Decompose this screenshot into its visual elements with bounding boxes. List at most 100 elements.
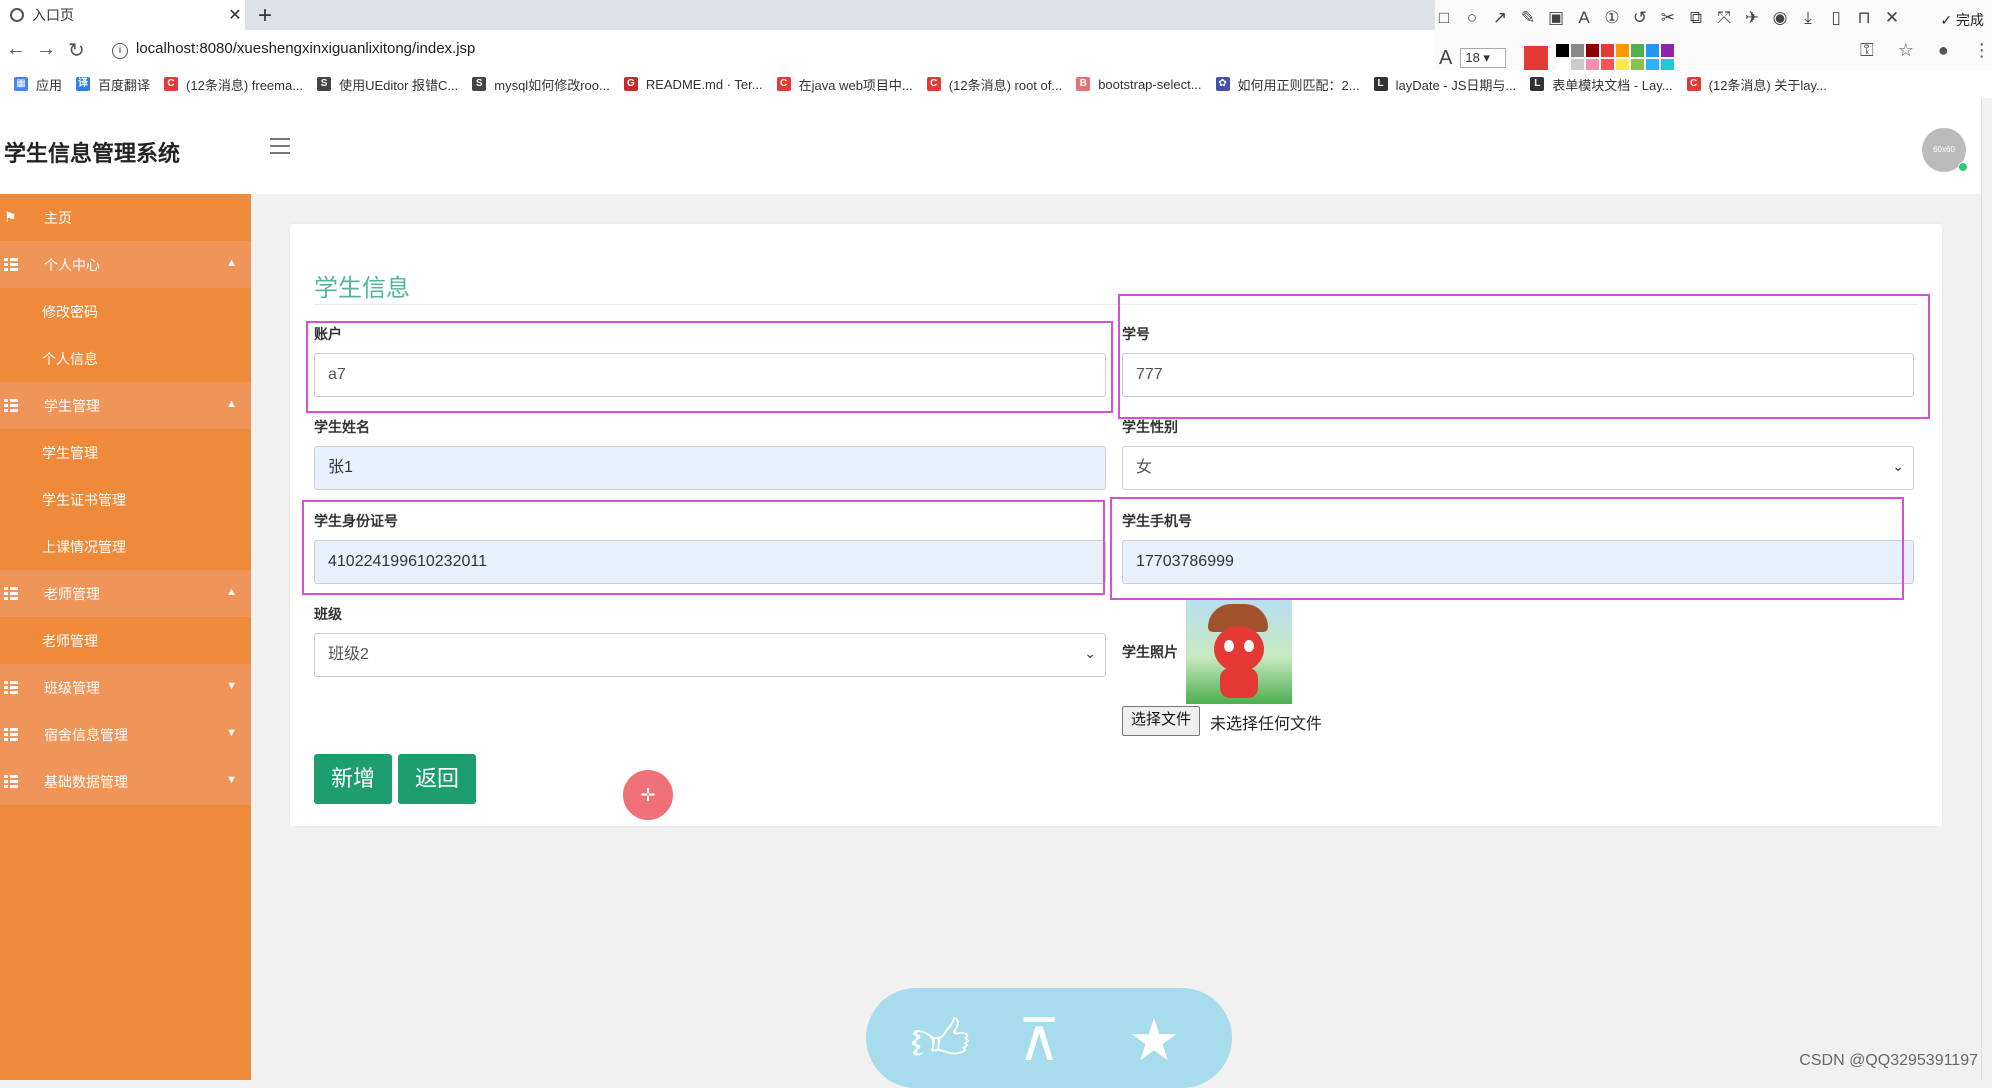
color-swatch[interactable]: [1661, 44, 1675, 57]
file-status: 未选择任何文件: [1210, 716, 1323, 733]
bookmark-label: 在java web项目中...: [798, 77, 913, 93]
reload-icon[interactable]: ↻: [68, 38, 85, 63]
bookmark-label: 使用UEditor 报错C...: [339, 77, 459, 93]
list-icon: [4, 728, 18, 741]
sidebar-item-label: 修改密码: [42, 303, 98, 320]
new-tab-icon[interactable]: +: [258, 2, 272, 30]
bookmark-icon[interactable]: ⊓: [1855, 8, 1873, 28]
bookmark-item[interactable]: C (12条消息) freema...: [164, 75, 303, 94]
star-icon[interactable]: ☆: [1898, 40, 1914, 61]
globe-icon: [10, 8, 24, 22]
sidebar-item[interactable]: ⚑ 主页: [0, 194, 251, 241]
rectangle-tool-icon[interactable]: □: [1435, 8, 1453, 28]
sidebar-item[interactable]: 学生证书管理: [0, 476, 251, 523]
name-input[interactable]: 张1: [314, 446, 1106, 490]
bookmark-label: bootstrap-select...: [1098, 76, 1202, 92]
sidebar-item-label: 学生证书管理: [42, 491, 126, 508]
class-label: 班级: [314, 606, 342, 622]
bookmark-item[interactable]: S 使用UEditor 报错C...: [317, 75, 458, 94]
color-swatch[interactable]: [1586, 44, 1600, 57]
color-swatch[interactable]: [1571, 44, 1585, 57]
bookmark-item[interactable]: Bbootstrap-select...: [1076, 76, 1202, 92]
sidebar-item[interactable]: 上课情况管理: [0, 523, 251, 570]
sidebar-item[interactable]: 个人信息: [0, 335, 251, 382]
pin-top-icon[interactable]: ⊼: [1018, 1006, 1060, 1074]
number-tool-icon[interactable]: ①: [1603, 8, 1621, 28]
sidebar-item-label: 班级管理: [44, 679, 100, 696]
bookmark-item[interactable]: ▦ 应用: [14, 75, 62, 94]
sidebar-item[interactable]: 班级管理 ▼: [0, 664, 251, 711]
ellipse-tool-icon[interactable]: ○: [1463, 8, 1481, 28]
bookmark-item[interactable]: 译百度翻译: [76, 75, 150, 94]
undo-icon[interactable]: ↺: [1631, 8, 1649, 28]
star-icon[interactable]: ★: [1128, 1006, 1180, 1074]
bookmark-item[interactable]: L 表单模块文档 - Lay...: [1530, 75, 1673, 94]
bookmark-item[interactable]: G README.md · Ter...: [623, 77, 763, 92]
highlight-box: [1118, 294, 1930, 419]
mosaic-tool-icon[interactable]: ▣: [1547, 8, 1565, 28]
sidebar-item[interactable]: 基础数据管理 ▼: [0, 758, 251, 805]
back-button[interactable]: 返回: [398, 754, 476, 804]
sidebar-item[interactable]: 宿舍信息管理 ▼: [0, 711, 251, 758]
bookmark-item[interactable]: LlayDate - JS日期与...: [1373, 75, 1516, 94]
sidebar-item-label: 老师管理: [42, 632, 98, 649]
save-icon[interactable]: ▯: [1827, 8, 1845, 28]
bookmark-label: 如何用正则匹配：2...: [1237, 77, 1360, 93]
thumbs-up-icon[interactable]: 👍︎: [910, 1006, 971, 1076]
sidebar-item-label: 上课情况管理: [42, 538, 126, 555]
bookmark-item[interactable]: C 在java web项目中...: [776, 75, 913, 94]
cancel-icon[interactable]: ✕: [1883, 8, 1901, 28]
menu-icon[interactable]: ⋮: [1973, 40, 1991, 61]
browser-tab[interactable]: 入口页 ✕: [0, 0, 245, 30]
add-button[interactable]: 新增: [314, 754, 392, 804]
url-field[interactable]: i localhost:8080/xueshengxinxiguanlixiton…: [112, 40, 475, 59]
bookmark-item[interactable]: C (12条消息) 关于lay...: [1686, 75, 1827, 94]
sidebar-item[interactable]: 学生管理 ▲: [0, 382, 251, 429]
flag-icon: ⚑: [4, 209, 17, 225]
color-swatch[interactable]: [1601, 44, 1615, 57]
pin-screen-icon[interactable]: ✈: [1743, 8, 1761, 28]
scroll-capture-icon[interactable]: ⤧: [1715, 8, 1733, 28]
bookmark-label: 表单模块文档 - Lay...: [1552, 77, 1673, 93]
pin-icon[interactable]: ✂: [1659, 8, 1677, 28]
profile-icon[interactable]: ●: [1938, 40, 1949, 61]
color-swatch[interactable]: [1631, 44, 1645, 57]
gender-select[interactable]: 女 ⌄: [1122, 446, 1914, 490]
bookmarks-bar: ▦ 应用译百度翻译 C (12条消息) freema... S 使用UEditor 报错C…: [0, 70, 1992, 99]
list-icon: [4, 399, 18, 412]
bookmark-item[interactable]: C (12条消息) root of...: [926, 75, 1062, 94]
close-tab-icon[interactable]: ✕: [225, 5, 245, 25]
gender-field-group: 学生性别 女 ⌄: [1122, 417, 1914, 490]
color-swatch[interactable]: [1616, 44, 1630, 57]
color-swatch[interactable]: [1646, 44, 1660, 57]
sidebar-item[interactable]: 个人中心 ▲: [0, 241, 251, 288]
bookmark-item[interactable]: ✿ 如何用正则匹配：2...: [1215, 75, 1360, 94]
hamburger-icon[interactable]: [270, 138, 290, 154]
download-icon[interactable]: ⤓: [1799, 8, 1817, 28]
bookmark-item[interactable]: Smysql如何修改roo...: [472, 75, 610, 94]
back-icon[interactable]: ←: [6, 38, 26, 61]
class-select[interactable]: 班级2 ⌄: [314, 633, 1106, 677]
sidebar-item[interactable]: 修改密码: [0, 288, 251, 335]
record-icon[interactable]: ◉: [1771, 8, 1789, 28]
choose-file-button[interactable]: 选择文件: [1122, 706, 1201, 736]
sidebar-item[interactable]: 老师管理 ▲: [0, 570, 251, 617]
bookmark-icon: S: [317, 77, 332, 91]
sidebar-item[interactable]: 学生管理: [0, 429, 251, 476]
key-icon[interactable]: ⚿: [1860, 40, 1874, 61]
arrow-tool-icon[interactable]: ↗: [1491, 8, 1509, 28]
info-icon[interactable]: i: [112, 43, 128, 59]
scrollbar[interactable]: [1981, 98, 1992, 1080]
done-button[interactable]: ✓ 完成: [1940, 10, 1984, 30]
current-color-swatch[interactable]: [1524, 46, 1549, 70]
text-tool-icon[interactable]: A: [1575, 8, 1593, 28]
list-icon: [4, 775, 18, 788]
pen-tool-icon[interactable]: ✎: [1519, 8, 1537, 28]
forward-icon[interactable]: →: [36, 38, 56, 61]
font-size-select[interactable]: 18 ▾: [1460, 48, 1507, 68]
copy-icon[interactable]: ⧉: [1687, 8, 1705, 28]
color-swatch[interactable]: [1556, 44, 1570, 57]
sidebar-item[interactable]: 老师管理: [0, 617, 251, 664]
bookmark-icon: S: [472, 77, 487, 91]
sidebar-item-label: 学生管理: [42, 444, 98, 461]
